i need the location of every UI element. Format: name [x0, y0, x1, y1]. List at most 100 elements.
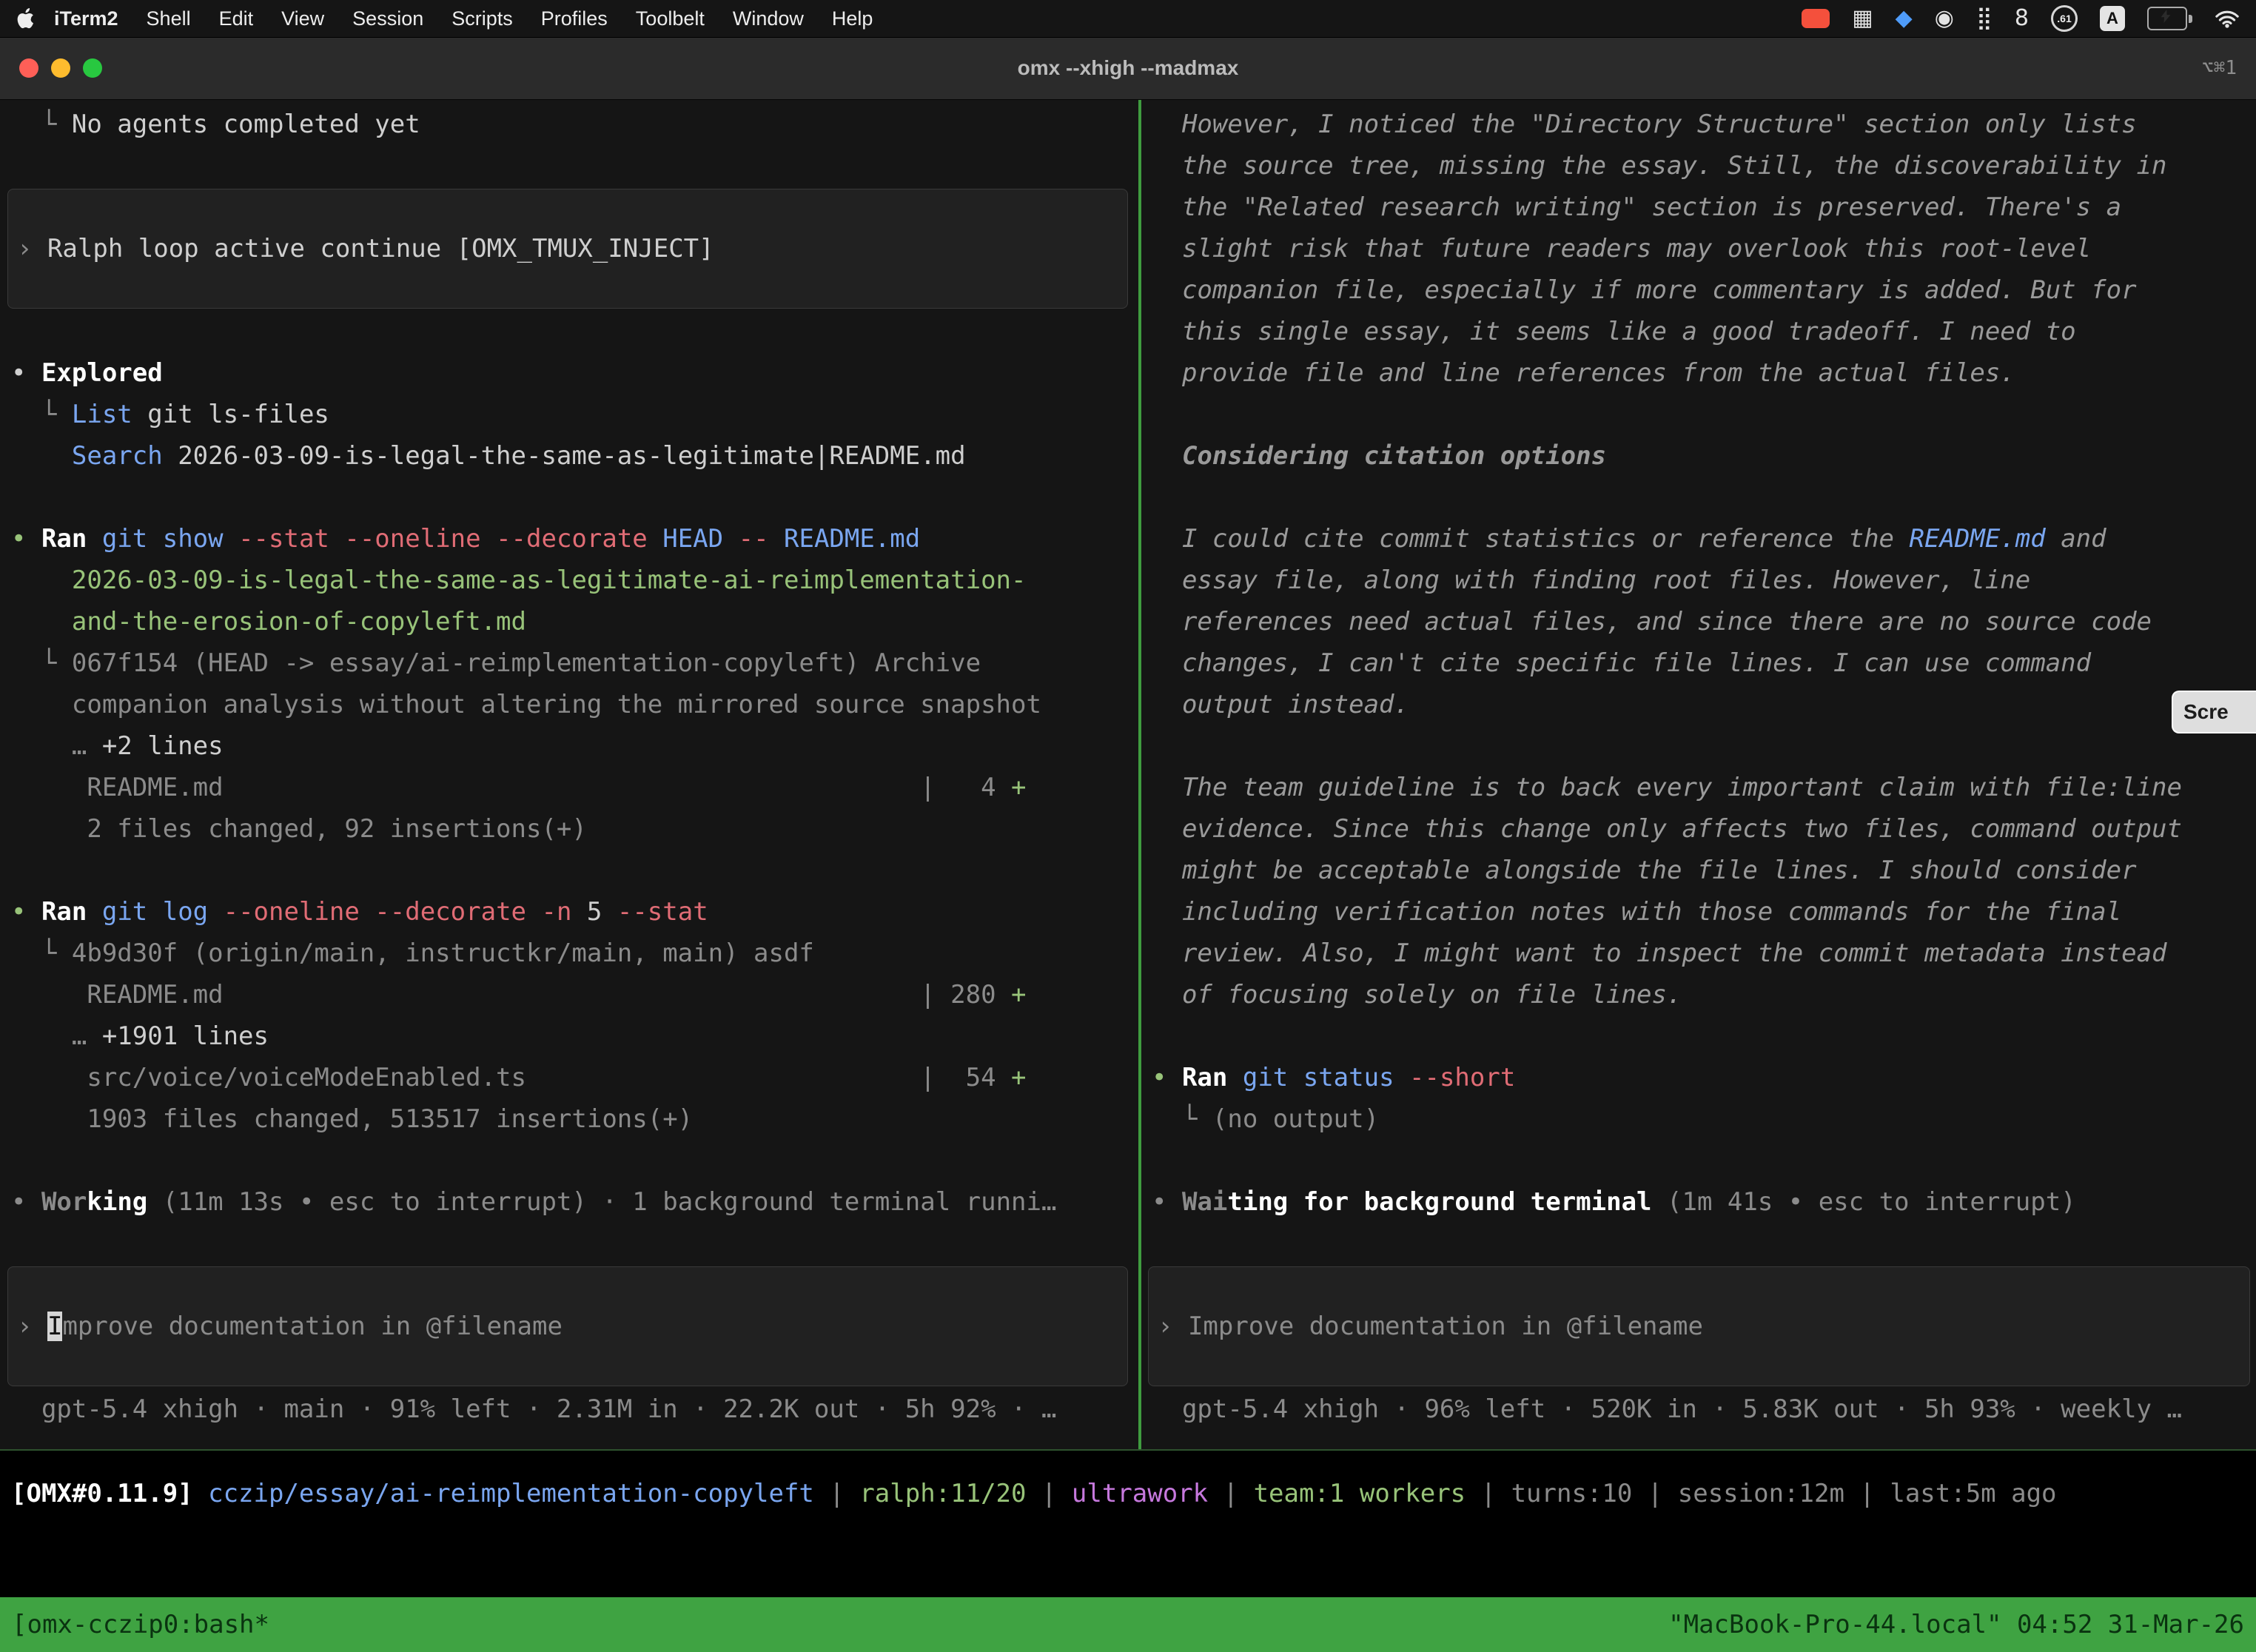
text-segment: | — [814, 1479, 859, 1508]
terminal-line: of focusing solely on file lines. — [1152, 974, 2256, 1015]
input-source-icon[interactable]: A — [2100, 6, 2125, 31]
text-segment: Ran — [41, 897, 102, 927]
text-segment: [OMX#0.11.9] — [11, 1479, 208, 1508]
gauge-icon[interactable]: .61 — [2051, 5, 2078, 32]
text-segment: Wai — [1182, 1187, 1227, 1217]
text-segment: provide file and line references from th… — [1152, 358, 2015, 388]
menu-item-iterm2[interactable]: iTerm2 — [40, 7, 132, 30]
text-segment: and — [2046, 524, 2106, 554]
text-segment: … — [11, 1021, 102, 1051]
left-terminal-pane[interactable]: └ No agents completed yet› Ralph loop ac… — [0, 99, 1138, 1449]
text-segment: └ 4b9d30f (origin/main, instructkr/main,… — [11, 939, 814, 968]
right-terminal-pane[interactable]: However, I noticed the "Directory Struct… — [1141, 99, 2256, 1449]
stats-icon[interactable]: 8 — [2015, 7, 2029, 30]
menu-item-help[interactable]: Help — [818, 7, 887, 30]
text-segment: Ralph loop active continue [OMX_TMUX_INJ… — [47, 234, 714, 263]
app-circle-icon[interactable]: ◉ — [1935, 7, 1954, 30]
terminal-line: I could cite commit statistics or refere… — [1152, 518, 2256, 560]
terminal-line — [1152, 477, 2256, 518]
text-segment: --stat --oneline --decorate — [238, 524, 662, 554]
explored-list: └ List git ls-files — [11, 394, 1138, 435]
ralph-loop-banner: › Ralph loop active continue [OMX_TMUX_I… — [7, 189, 1128, 309]
thinking-header: Considering citation options — [1152, 435, 2256, 477]
text-segment: team:1 workers — [1254, 1479, 1466, 1508]
wifi-icon[interactable] — [2215, 9, 2240, 28]
menu-item-session[interactable]: Session — [338, 7, 437, 30]
terminal-line: README.md | 280 + — [11, 974, 1138, 1015]
window-grid-icon[interactable]: ▦ — [1852, 7, 1873, 30]
terminal-line: evidence. Since this change only affects… — [1152, 808, 2256, 850]
ran-git-status: • Ran git status --short — [1152, 1057, 2256, 1098]
text-segment: session:12m — [1678, 1479, 1844, 1508]
prompt-input[interactable]: › Improve documentation in @filename — [7, 1266, 1128, 1386]
text-segment: companion file, especially if more comme… — [1152, 275, 2137, 305]
panel-line: › Improve documentation in @filename — [1158, 1306, 1703, 1347]
text-segment: -- — [739, 524, 784, 554]
text-segment: └ (no output) — [1152, 1104, 1379, 1134]
text-segment: git ls-files — [132, 400, 329, 429]
terminal-line: … +2 lines — [11, 725, 1138, 767]
screen-recording-icon[interactable] — [1802, 9, 1830, 28]
text-segment: (11m 13s • esc to interrupt) · 1 backgro… — [147, 1187, 1056, 1217]
raycast-icon[interactable]: ◆ — [1896, 7, 1913, 30]
text-segment: +1901 lines — [102, 1021, 269, 1051]
text-segment: git show — [102, 524, 238, 554]
panel-line: › Improve documentation in @filename — [17, 1306, 563, 1347]
apple-menu-icon[interactable] — [16, 8, 34, 29]
terminal-line: provide file and line references from th… — [1152, 352, 2256, 394]
terminal-line: review. Also, I might want to inspect th… — [1152, 933, 2256, 974]
menu-item-window[interactable]: Window — [719, 7, 818, 30]
waiting-status: • Waiting for background terminal (1m 41… — [1152, 1181, 2256, 1223]
explored-header: • Explored — [11, 352, 1138, 394]
terminal-line — [11, 311, 1138, 352]
text-segment: mprove documentation in @filename — [62, 1312, 563, 1341]
menu-item-shell[interactable]: Shell — [132, 7, 205, 30]
text-segment: git log — [102, 897, 224, 927]
text-segment: Considering citation options — [1152, 441, 1606, 471]
terminal-line: the source tree, missing the essay. Stil… — [1152, 145, 2256, 187]
minimize-button[interactable] — [51, 58, 70, 78]
terminal-line: and-the-erosion-of-copyleft.md — [11, 601, 1138, 642]
text-segment: +2 lines — [102, 731, 224, 761]
terminal-line: references need actual files, and since … — [1152, 601, 2256, 642]
text-segment: Search — [72, 441, 163, 471]
text-segment: might be acceptable alongside the file l… — [1152, 856, 2137, 885]
terminal-line — [1152, 725, 2256, 767]
menu-item-edit[interactable]: Edit — [205, 7, 268, 30]
ran-git-log: • Ran git log --oneline --decorate -n 5 … — [11, 891, 1138, 933]
tmux-session-label: [omx-cczip0:bash* — [12, 1610, 269, 1639]
zoom-button[interactable] — [83, 58, 102, 78]
menu-item-profiles[interactable]: Profiles — [527, 7, 622, 30]
battery-icon[interactable] — [2147, 7, 2192, 30]
terminal-panes: └ No agents completed yet› Ralph loop ac… — [0, 99, 2256, 1449]
tmux-status-bar: [omx-cczip0:bash* "MacBook-Pro-44.local"… — [0, 1597, 2256, 1652]
text-segment: src/voice/voiceModeEnabled.ts — [11, 1063, 920, 1092]
menu-item-toolbelt[interactable]: Toolbelt — [622, 7, 719, 30]
screen-edge-tooltip: Scre — [2172, 691, 2256, 733]
dots-grid-icon[interactable]: ⣿ — [1976, 7, 1993, 30]
text-segment: slight risk that future readers may over… — [1152, 234, 2091, 263]
text-segment: README.md — [784, 524, 920, 554]
window-shortcut-hint: ⌥⌘1 — [2202, 57, 2237, 79]
text-segment: 5 — [587, 897, 617, 927]
text-segment: | 4 — [920, 773, 1011, 802]
terminal-line: changes, I can't cite specific file line… — [1152, 642, 2256, 684]
text-segment: --oneline --decorate -n — [224, 897, 587, 927]
text-segment: … — [11, 731, 102, 761]
explored-search: Search 2026-03-09-is-legal-the-same-as-l… — [11, 435, 1138, 477]
tmux-host-clock-label: "MacBook-Pro-44.local" 04:52 31-Mar-26 — [1668, 1610, 2244, 1639]
text-segment: 1903 files changed, 513517 insertions(+) — [11, 1104, 693, 1134]
close-button[interactable] — [19, 58, 38, 78]
text-segment: • — [1152, 1187, 1182, 1217]
text-segment: └ — [11, 400, 72, 429]
window-title-bar[interactable]: omx --xhigh --madmax ⌥⌘1 — [0, 37, 2256, 100]
text-segment: | — [1027, 1479, 1072, 1508]
terminal-line: essay file, along with finding root file… — [1152, 560, 2256, 601]
terminal-line — [11, 145, 1138, 187]
prompt-input[interactable]: › Improve documentation in @filename — [1148, 1266, 2250, 1386]
menubar-items: iTerm2ShellEditViewSessionScriptsProfile… — [40, 7, 887, 30]
text-segment: List — [72, 400, 132, 429]
menu-item-scripts[interactable]: Scripts — [437, 7, 527, 30]
menu-item-view[interactable]: View — [267, 7, 338, 30]
text-segment: evidence. Since this change only affects… — [1152, 814, 2182, 844]
